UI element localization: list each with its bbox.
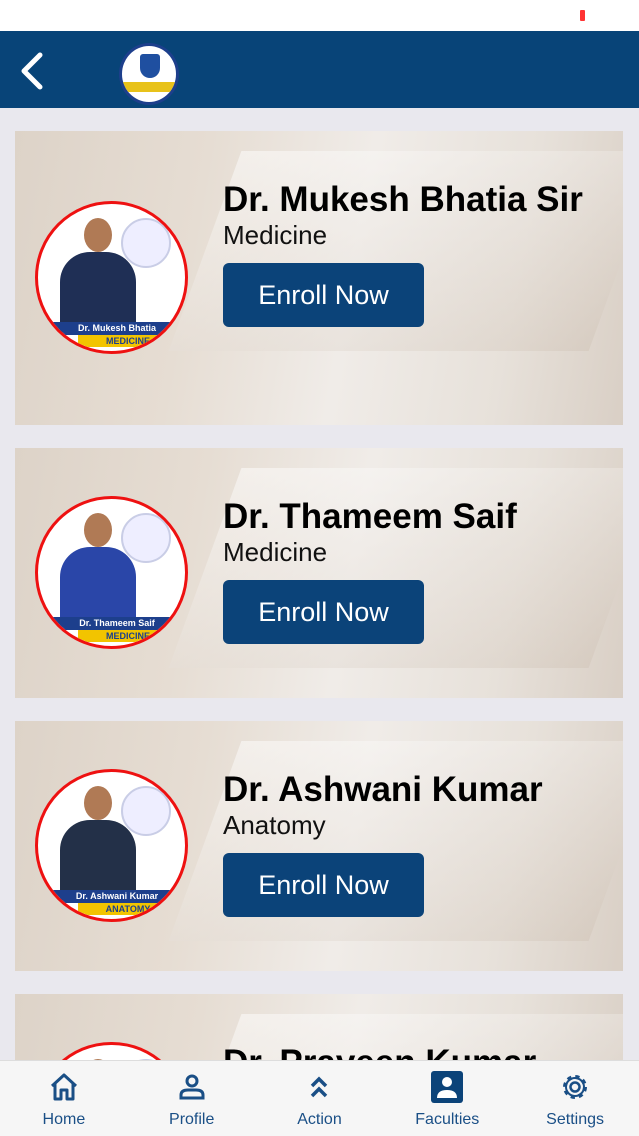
faculty-avatar: Dr. Thameem Saif MEDICINE: [35, 496, 188, 649]
faculties-icon: [431, 1071, 464, 1103]
status-bar: [0, 0, 639, 31]
double-chevron-up-icon: [311, 1076, 328, 1098]
tab-faculties[interactable]: Faculties: [383, 1061, 511, 1136]
app-header: [0, 31, 639, 108]
enroll-now-button[interactable]: Enroll Now: [223, 580, 424, 644]
faculty-subject: Medicine: [223, 537, 328, 567]
tab-home[interactable]: Home: [0, 1061, 128, 1136]
tab-profile[interactable]: Profile: [128, 1061, 256, 1136]
faculty-avatar: Dr. Mukesh Bhatia MEDICINE: [35, 201, 188, 354]
faculty-name: Dr. Thameem Saif: [223, 497, 517, 536]
faculty-name: Dr. Mukesh Bhatia Sir: [223, 180, 583, 219]
battery-icon: [580, 10, 585, 21]
tab-settings[interactable]: Settings: [511, 1061, 639, 1136]
faculty-list: Dr. Mukesh Bhatia MEDICINE Dr. Mukesh Bh…: [15, 131, 623, 1136]
faculty-avatar: Dr. Ashwani Kumar ANATOMY: [35, 769, 188, 922]
enroll-now-button[interactable]: Enroll Now: [223, 263, 424, 327]
profile-icon: [179, 1074, 205, 1100]
app-logo: [119, 43, 179, 105]
faculty-card: Dr. Ashwani Kumar ANATOMY Dr. Ashwani Ku…: [15, 721, 623, 971]
faculty-subject: Medicine: [223, 220, 328, 250]
faculty-card: Dr. Mukesh Bhatia MEDICINE Dr. Mukesh Bh…: [15, 131, 623, 425]
enroll-now-button[interactable]: Enroll Now: [223, 853, 424, 917]
back-icon[interactable]: [18, 51, 48, 91]
home-icon: [50, 1073, 77, 1101]
faculty-subject: Anatomy: [223, 810, 326, 840]
faculty-name: Dr. Ashwani Kumar: [223, 770, 543, 809]
faculty-card: Dr. Thameem Saif MEDICINE Dr. Thameem Sa…: [15, 448, 623, 698]
tab-action[interactable]: Action: [256, 1061, 384, 1136]
bottom-tab-bar: Home Profile Action Faculties Settings: [0, 1060, 639, 1136]
gear-icon: [563, 1075, 588, 1099]
